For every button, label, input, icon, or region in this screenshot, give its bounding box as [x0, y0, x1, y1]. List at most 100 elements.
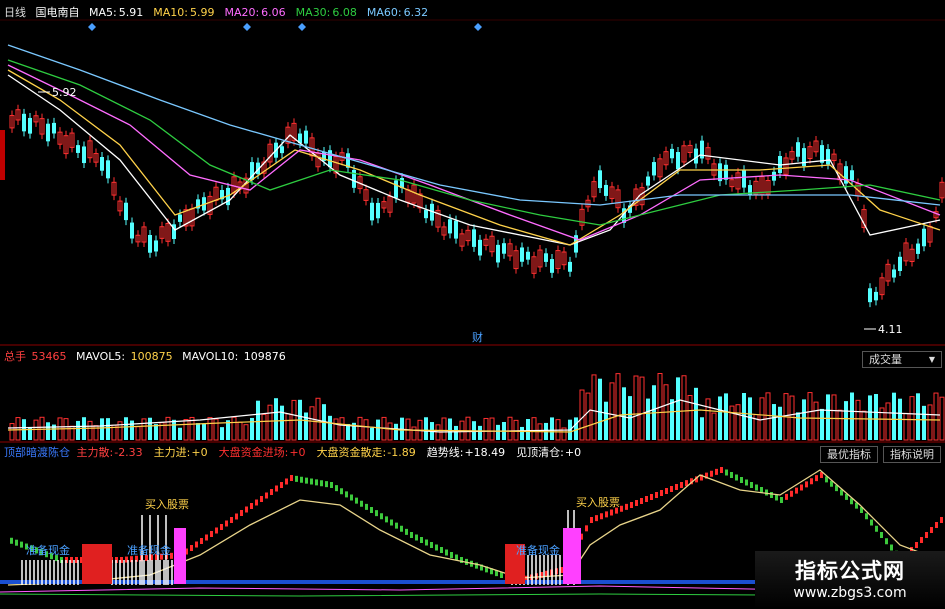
indicator-label: 大盘资金散走: — [316, 446, 387, 459]
indicator-value: +18.49 — [464, 446, 506, 459]
trend-dot — [880, 532, 883, 538]
candle-body — [670, 148, 674, 159]
volume-bar — [267, 404, 273, 441]
volume-bar — [106, 418, 110, 440]
volume-bar — [550, 417, 554, 440]
volume-bar — [874, 394, 878, 440]
volume-bar — [507, 416, 513, 441]
volume-bar — [526, 419, 530, 440]
trend-dot — [720, 467, 723, 473]
volume-bar — [196, 423, 200, 440]
volume-bar — [861, 410, 867, 441]
volume-bar — [394, 423, 398, 440]
trend-dot — [325, 481, 328, 488]
volume-bar — [574, 417, 578, 440]
ma20-line — [7, 64, 941, 241]
candle-body — [724, 164, 728, 180]
candle-body — [502, 243, 506, 254]
candle-body — [796, 142, 800, 157]
trend-dot — [425, 539, 428, 546]
trend-dot — [385, 516, 388, 523]
trend-dot — [330, 482, 333, 488]
volume-bar — [802, 399, 806, 440]
volume-bar — [87, 420, 93, 441]
chart-canvas[interactable]: 5.92 4.11 财买入股票 买入股票准备现金 准备现金 准备现金 — [0, 0, 945, 609]
trend-dot — [765, 489, 768, 496]
candle-body — [154, 240, 158, 252]
volume-bar — [33, 419, 39, 441]
trend-dot — [380, 513, 383, 520]
ma-label: MA20: — [224, 6, 260, 19]
volume-bar — [315, 397, 321, 441]
volume-bar — [670, 399, 674, 440]
candle-body — [604, 184, 608, 196]
trend-dot — [435, 544, 438, 551]
volume-bar — [909, 396, 915, 441]
trend-dot — [655, 492, 658, 498]
volume-bar — [387, 422, 393, 441]
volume-bar — [892, 392, 896, 440]
info-diamond-icon — [88, 23, 96, 31]
indicator-item: 主力散:-2.33 — [77, 446, 149, 459]
volume-bar — [256, 400, 260, 440]
trend-dot — [270, 489, 273, 495]
trend-dot — [600, 513, 603, 520]
candle-body — [376, 202, 380, 219]
trend-dot — [195, 541, 198, 548]
volume-bar — [496, 424, 500, 440]
trend-dot — [285, 478, 288, 485]
candle-body — [280, 146, 284, 154]
candle-body — [850, 170, 854, 181]
volume-bar — [933, 392, 939, 441]
candle-body — [424, 209, 428, 219]
trend-dot — [940, 517, 943, 523]
trend-dot — [725, 469, 728, 476]
candle-body — [454, 220, 458, 239]
indicator-label: 主力散: — [76, 446, 114, 459]
trend-dot — [240, 510, 243, 516]
period-label: 日线 — [4, 6, 26, 19]
trend-dot — [295, 475, 298, 482]
trend-dot — [245, 506, 248, 513]
mavol5-value: 100875 — [130, 350, 173, 363]
volume-bar — [154, 424, 158, 440]
volume-bar — [748, 397, 752, 440]
trend-dot — [190, 545, 193, 551]
volume-bar — [700, 417, 704, 440]
trend-dot — [355, 497, 358, 504]
watermark-title: 指标公式网 — [795, 559, 905, 583]
trend-dot — [200, 538, 203, 544]
indicator-value: -2.33 — [114, 446, 143, 459]
volume-bar — [646, 398, 650, 440]
volume-bar — [207, 417, 213, 441]
candle-body — [898, 256, 902, 271]
ma-value: 6.08 — [332, 6, 357, 19]
volume-bar — [796, 412, 800, 440]
high-price-label: 5.92 — [52, 86, 77, 99]
ma-item: MA5: 5.91 — [89, 6, 149, 19]
volume-bar — [615, 373, 621, 441]
indicator-label: 主力进: — [153, 446, 191, 459]
indicator-help-button[interactable]: 指标说明 — [883, 446, 941, 463]
volume-bar — [772, 404, 776, 440]
info-diamond-icon — [298, 23, 306, 31]
ma10-line — [7, 69, 941, 246]
candle-body — [742, 170, 746, 188]
ma30-line — [7, 59, 941, 226]
trend-dot — [875, 525, 878, 532]
indicator-item: 大盘资金进场:+0 — [219, 446, 312, 459]
volume-bar — [15, 417, 21, 441]
trend-dot — [275, 485, 278, 492]
candle-body — [130, 222, 134, 239]
trend-dot — [770, 492, 773, 498]
volume-bar — [237, 421, 243, 441]
trend-dot — [870, 519, 873, 526]
indicator-selector[interactable]: 成交量 ▼ — [862, 351, 942, 368]
trend-dot — [315, 479, 318, 486]
candle-body — [22, 113, 26, 132]
trend-dot — [420, 537, 423, 543]
ma-label: MA5: — [89, 6, 117, 19]
best-indicator-button[interactable]: 最优指标 — [820, 446, 878, 463]
trend-dot — [585, 525, 588, 532]
trend-dot — [755, 484, 758, 491]
